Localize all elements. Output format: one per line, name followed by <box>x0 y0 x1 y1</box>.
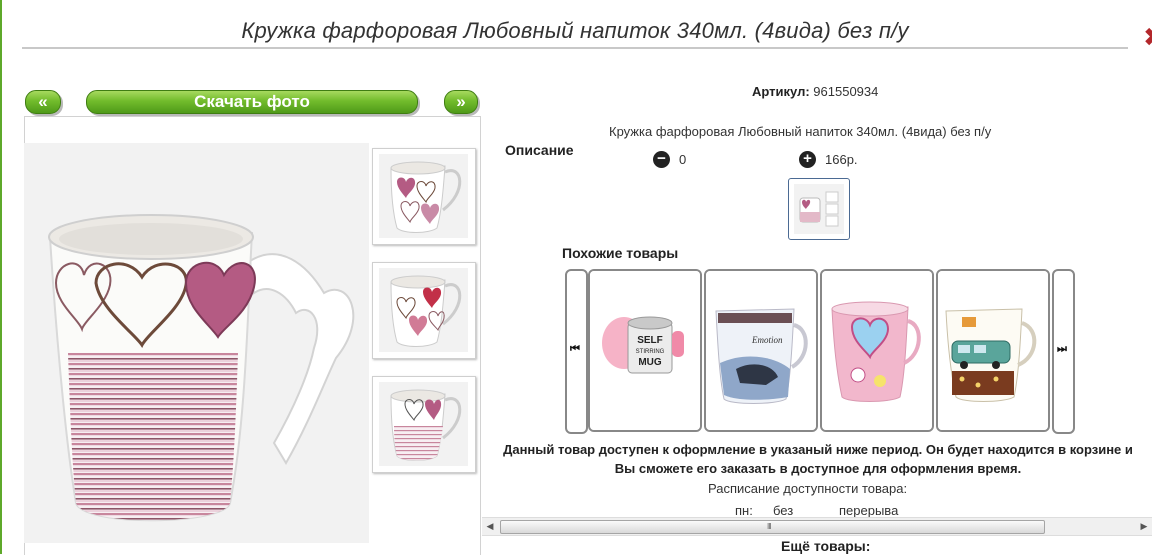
description-text: Кружка фарфоровая Любовный напиток 340мл… <box>609 124 992 139</box>
article-line: Артикул: 961550934 <box>752 84 878 99</box>
gallery-thumbnail-1[interactable] <box>372 148 476 245</box>
minus-icon[interactable]: − <box>653 151 670 168</box>
article-value: 961550934 <box>813 84 879 99</box>
price-value: 166р. <box>825 152 858 167</box>
similar-item-retro-van-mug[interactable] <box>936 269 1050 432</box>
more-products-title: Ещё товары: <box>781 538 871 554</box>
schedule-value-1: без <box>773 503 794 518</box>
scroll-left-icon[interactable]: ◀ <box>482 518 498 535</box>
gallery-next-button[interactable]: » <box>444 90 478 114</box>
similar-item-car-photo-mug[interactable]: Emotion <box>704 269 818 432</box>
carousel-prev-button[interactable]: ⏮ <box>565 269 588 434</box>
pink-heart-mug-image <box>822 271 932 430</box>
scrollbar-grip-icon: III <box>767 522 772 531</box>
scroll-right-icon[interactable]: ▶ <box>1136 518 1152 535</box>
close-icon[interactable]: ✖ <box>1143 22 1152 53</box>
gallery-thumbnail-2[interactable] <box>372 262 476 359</box>
car-photo-mug-image: Emotion <box>706 271 816 430</box>
minus-value: 0 <box>679 152 687 167</box>
plus-icon[interactable]: + <box>799 151 816 168</box>
svg-text:STIRRING: STIRRING <box>636 349 665 355</box>
schedule-value-2: перерыва <box>839 503 899 518</box>
main-product-photo <box>24 143 369 543</box>
self-stirring-mug-image: SELF STIRRING MUG <box>590 271 700 430</box>
gallery-prev-button[interactable]: « <box>25 90 61 114</box>
article-label: Артикул: <box>752 84 810 99</box>
horizontal-scrollbar[interactable]: ◀ III ▶ <box>482 517 1152 536</box>
scrollbar-thumb[interactable]: III <box>500 520 1045 534</box>
schedule-day: пн: <box>735 503 753 518</box>
variant-thumbnail[interactable] <box>788 178 850 240</box>
mug-image <box>48 214 355 522</box>
skip-forward-icon: ⏭ <box>1057 343 1067 355</box>
similar-products-title: Похожие товары <box>562 245 679 261</box>
page-left-border <box>0 0 2 554</box>
svg-text:Emotion: Emotion <box>751 335 783 345</box>
similar-item-self-stirring-mug[interactable]: SELF STIRRING MUG <box>588 269 702 432</box>
gallery-thumbnail-3[interactable] <box>372 376 476 473</box>
description-label: Описание <box>505 142 574 158</box>
svg-text:MUG: MUG <box>638 357 662 368</box>
download-photo-button[interactable]: Скачать фото <box>86 90 418 114</box>
schedule-title: Расписание доступности товара: <box>708 481 908 496</box>
svg-text:SELF: SELF <box>637 335 663 346</box>
title-divider <box>22 47 1128 49</box>
carousel-next-button[interactable]: ⏭ <box>1052 269 1075 434</box>
retro-van-mug-image <box>938 271 1048 430</box>
similar-item-pink-heart-mug[interactable] <box>820 269 934 432</box>
availability-notice: Данный товар доступен к оформление в ука… <box>503 442 1133 476</box>
page-title: Кружка фарфоровая Любовный напиток 340мл… <box>241 18 909 43</box>
skip-back-icon: ⏮ <box>570 343 580 355</box>
